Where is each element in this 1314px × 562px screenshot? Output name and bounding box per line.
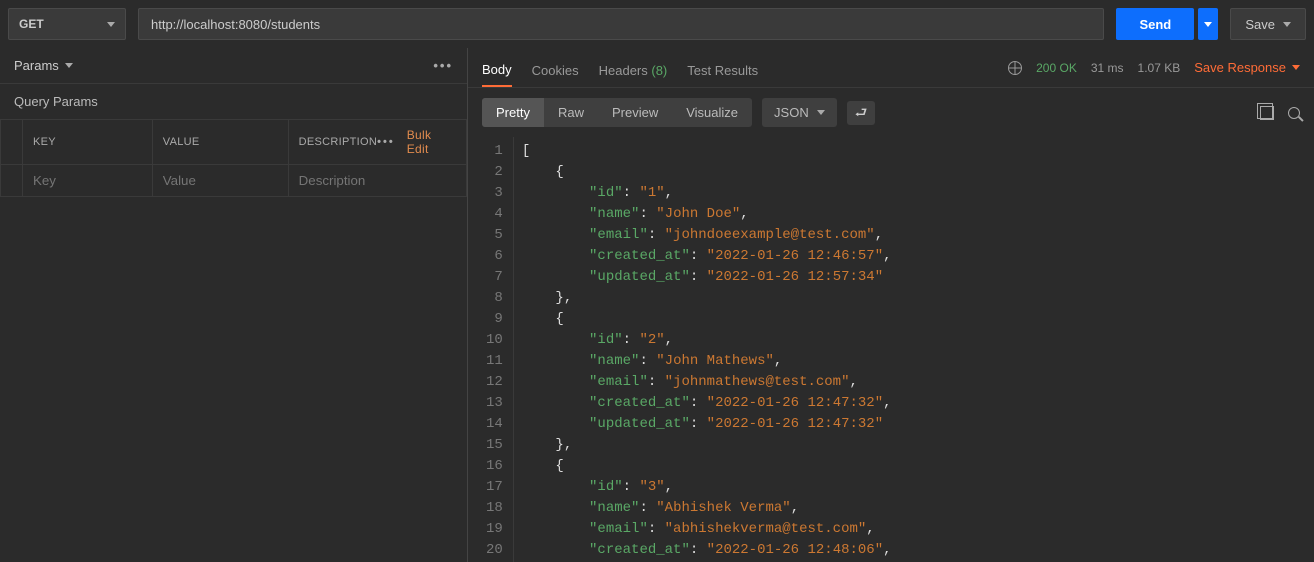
view-preview[interactable]: Preview — [598, 98, 672, 127]
params-tab-label: Params — [14, 58, 59, 73]
chevron-down-icon — [65, 63, 73, 68]
tab-headers[interactable]: Headers (8) — [599, 55, 668, 86]
chevron-down-icon — [107, 22, 115, 27]
param-description-input[interactable] — [299, 173, 456, 188]
view-mode-group: Pretty Raw Preview Visualize — [482, 98, 752, 127]
response-panel: Body Cookies Headers (8) Test Results 20… — [468, 48, 1314, 562]
search-icon[interactable] — [1288, 107, 1300, 119]
more-icon[interactable]: ••• — [377, 136, 395, 148]
params-panel: Params ••• Query Params KEY VALUE DESCRI… — [0, 48, 468, 562]
save-response-button[interactable]: Save Response — [1194, 60, 1300, 75]
bulk-edit-link[interactable]: Bulk Edit — [407, 128, 456, 156]
tab-body[interactable]: Body — [482, 54, 512, 87]
chevron-down-icon — [1204, 22, 1212, 27]
copy-icon[interactable] — [1260, 106, 1274, 120]
http-method-value: GET — [19, 17, 44, 31]
chevron-down-icon — [1283, 22, 1291, 27]
globe-icon[interactable] — [1008, 61, 1022, 75]
status-time: 31 ms — [1091, 61, 1124, 75]
col-value: VALUE — [152, 120, 288, 165]
chevron-down-icon — [817, 110, 825, 115]
tab-cookies[interactable]: Cookies — [532, 55, 579, 86]
param-key-input[interactable] — [33, 173, 142, 188]
request-toolbar: GET http://localhost:8080/students Send … — [0, 0, 1314, 48]
col-desc: DESCRIPTION ••• Bulk Edit — [288, 120, 466, 165]
status-code: 200 OK — [1036, 61, 1077, 75]
save-label: Save — [1245, 17, 1275, 32]
response-body[interactable]: 1234567891011121314151617181920 [ { "id"… — [468, 137, 1314, 562]
url-input[interactable]: http://localhost:8080/students — [138, 8, 1104, 40]
wrap-lines-button[interactable]: ⮐ — [847, 101, 876, 125]
params-table: KEY VALUE DESCRIPTION ••• Bulk Edit — [0, 119, 467, 197]
col-key: KEY — [23, 120, 153, 165]
table-row — [1, 165, 467, 197]
send-dropdown[interactable] — [1198, 8, 1218, 40]
view-visualize[interactable]: Visualize — [672, 98, 752, 127]
send-button[interactable]: Send — [1116, 8, 1194, 40]
chevron-down-icon — [1292, 65, 1300, 70]
url-value: http://localhost:8080/students — [151, 17, 320, 32]
query-params-heading: Query Params — [0, 84, 467, 119]
status-size: 1.07 KB — [1138, 61, 1181, 75]
body-type-select[interactable]: JSON — [762, 98, 837, 127]
more-icon[interactable]: ••• — [433, 58, 453, 73]
param-value-input[interactable] — [163, 173, 278, 188]
view-raw[interactable]: Raw — [544, 98, 598, 127]
view-pretty[interactable]: Pretty — [482, 98, 544, 127]
tab-test-results[interactable]: Test Results — [687, 55, 758, 86]
http-method-select[interactable]: GET — [8, 8, 126, 40]
params-tab[interactable]: Params — [14, 58, 73, 73]
wrap-icon: ⮐ — [855, 106, 868, 120]
save-button[interactable]: Save — [1230, 8, 1306, 40]
